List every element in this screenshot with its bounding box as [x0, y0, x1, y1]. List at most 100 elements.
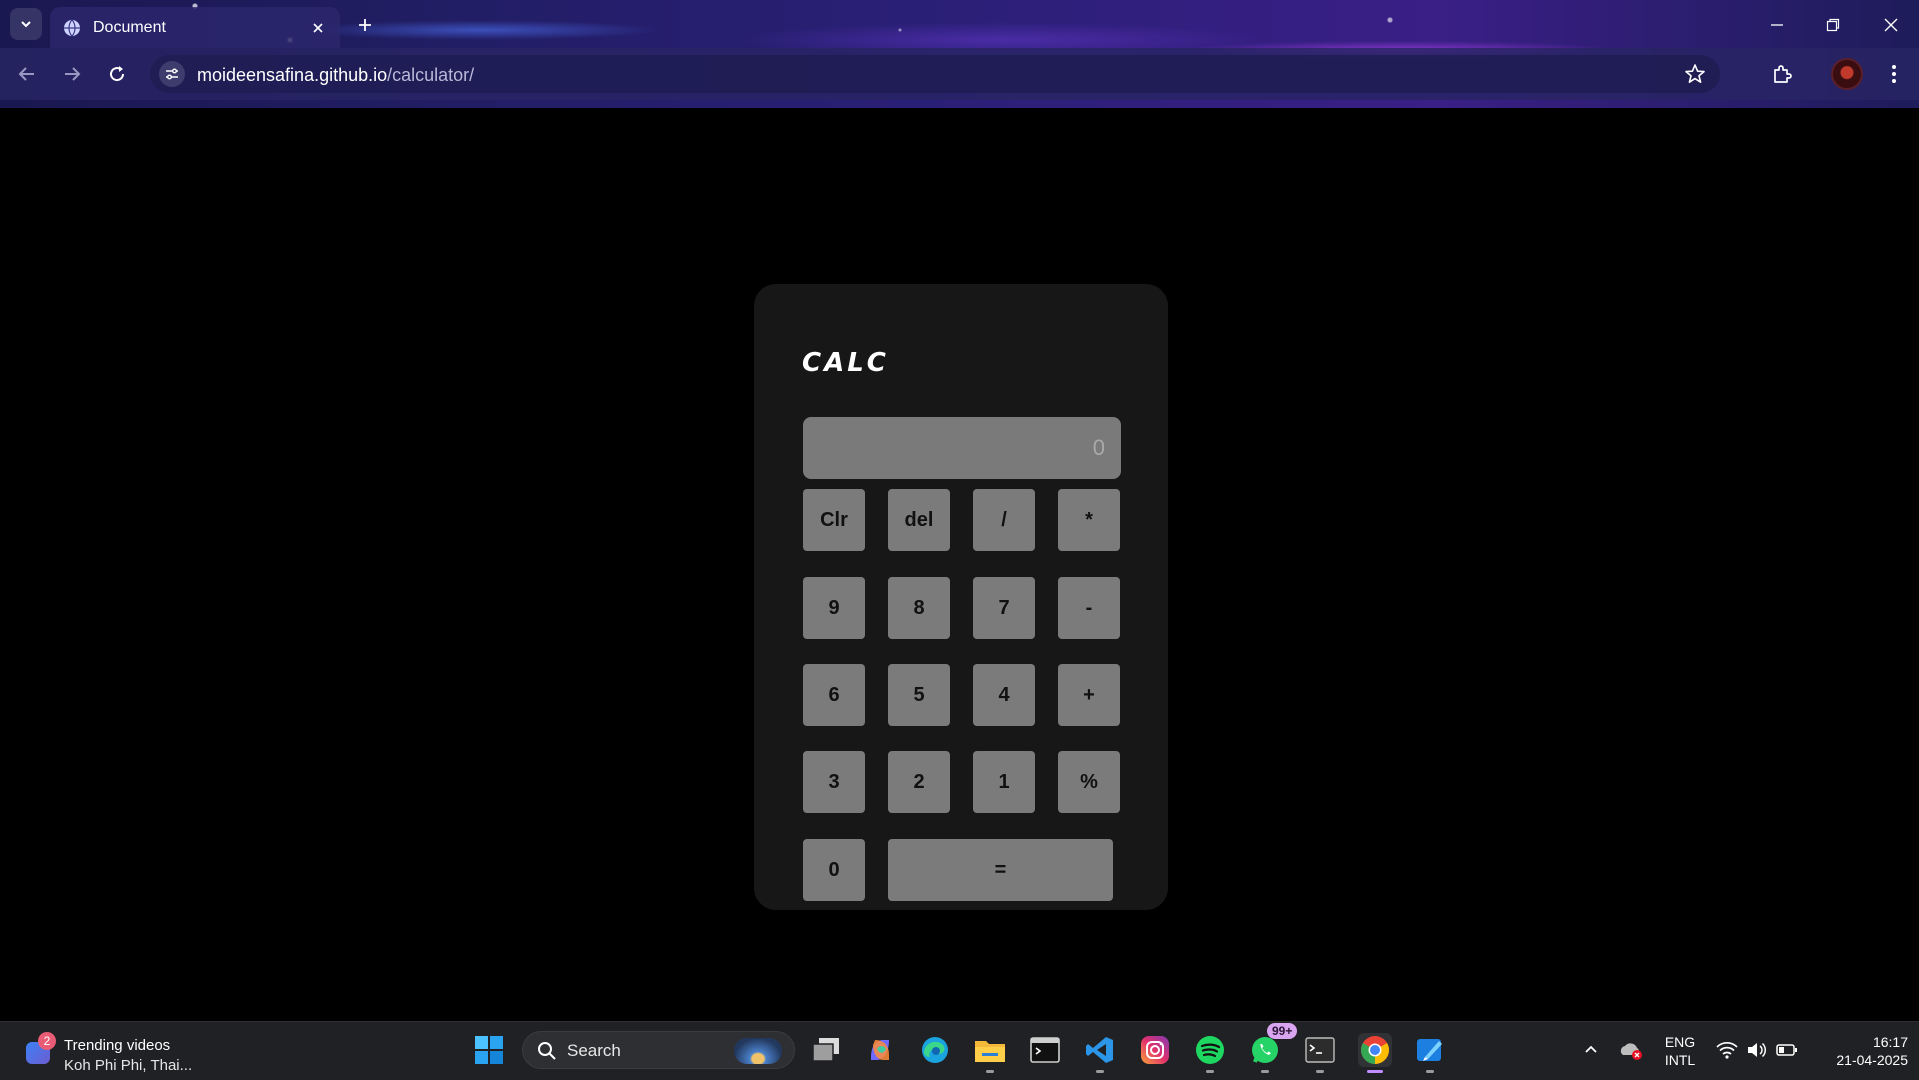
profile-avatar[interactable]: [1831, 58, 1863, 90]
clock-date: 21-04-2025: [1836, 1052, 1908, 1068]
restore-icon: [1826, 18, 1840, 32]
key-2-button[interactable]: 2: [888, 751, 950, 813]
vscode-button[interactable]: [1083, 1033, 1117, 1073]
url-path: /calculator/: [387, 65, 475, 85]
more-vertical-icon: [1892, 65, 1896, 83]
key-5-button[interactable]: 5: [888, 664, 950, 726]
speaker-icon: [1748, 1042, 1767, 1058]
multiply-button[interactable]: *: [1058, 489, 1120, 551]
task-view-button[interactable]: [809, 1033, 843, 1067]
minimize-button[interactable]: [1762, 10, 1792, 40]
running-indicator: [1206, 1070, 1214, 1073]
delete-button[interactable]: del: [888, 489, 950, 551]
address-bar[interactable]: moideensafina.github.io/calculator/: [150, 55, 1720, 93]
reload-icon: [110, 66, 125, 82]
windows-start-icon: [475, 1036, 503, 1064]
search-label: Search: [567, 1041, 621, 1060]
battery-icon: [1776, 1044, 1797, 1056]
url-host: moideensafina.github.io: [197, 65, 388, 85]
folder-icon: [975, 1041, 1005, 1062]
git-bash-button[interactable]: [1303, 1033, 1337, 1073]
key-1-button[interactable]: 1: [973, 751, 1035, 813]
terminal-icon: [1030, 1037, 1060, 1063]
instagram-button[interactable]: [1138, 1033, 1172, 1067]
network-button[interactable]: [1712, 1033, 1742, 1067]
key-6-button[interactable]: 6: [803, 664, 865, 726]
taskbar: 2 Trending videos Koh Phi Phi, Thai... S…: [0, 1021, 1919, 1080]
copilot-icon: [871, 1040, 889, 1060]
page-content: CALC 0 Clr del / * 9 8 7 - 6 5 4 + 3 2 1…: [0, 108, 1919, 1021]
key-7-button[interactable]: 7: [973, 577, 1035, 639]
tab-search-button[interactable]: [10, 8, 42, 40]
file-explorer-button[interactable]: [973, 1033, 1007, 1073]
spotify-button[interactable]: [1193, 1033, 1227, 1073]
widget-subtitle: Koh Phi Phi, Thai...: [64, 1057, 193, 1074]
whatsapp-icon: [1252, 1037, 1278, 1063]
start-button[interactable]: [472, 1033, 506, 1067]
git-bash-icon: [1305, 1037, 1335, 1063]
copilot-button[interactable]: [863, 1033, 897, 1067]
active-indicator: [1367, 1070, 1383, 1073]
volume-button[interactable]: [1742, 1033, 1772, 1067]
browser-menu-button[interactable]: [1880, 60, 1908, 88]
minus-button[interactable]: -: [1058, 577, 1120, 639]
plus-icon: [359, 19, 371, 31]
clock-time: 16:17: [1872, 1034, 1908, 1050]
running-indicator: [986, 1070, 994, 1073]
news-widget[interactable]: 2 Trending videos Koh Phi Phi, Thai...: [24, 1032, 224, 1074]
whatsapp-badge: 99+: [1267, 1023, 1298, 1039]
equals-button[interactable]: =: [888, 839, 1113, 901]
whatsapp-button[interactable]: 99+: [1248, 1023, 1298, 1073]
task-view-icon: [812, 1038, 839, 1062]
language-indicator[interactable]: ENG INTL: [1660, 1033, 1700, 1069]
key-4-button[interactable]: 4: [973, 664, 1035, 726]
paint-button[interactable]: [1413, 1033, 1447, 1073]
back-button[interactable]: [14, 61, 40, 87]
plus-button[interactable]: +: [1058, 664, 1120, 726]
url-text: moideensafina.github.io/calculator/: [197, 65, 474, 86]
vscode-icon: [1086, 1037, 1113, 1063]
clock[interactable]: 16:17 21-04-2025: [1812, 1033, 1908, 1069]
show-hidden-icons-button[interactable]: [1576, 1033, 1606, 1067]
close-tab-icon[interactable]: [308, 18, 328, 38]
puzzle-icon: [1774, 65, 1792, 83]
percent-button[interactable]: %: [1058, 751, 1120, 813]
calculator: CALC 0 Clr del / * 9 8 7 - 6 5 4 + 3 2 1…: [754, 284, 1168, 910]
instagram-icon: [1141, 1036, 1169, 1064]
language-line1: ENG: [1664, 1034, 1696, 1050]
onedrive-button[interactable]: [1616, 1033, 1646, 1067]
running-indicator: [1316, 1070, 1324, 1073]
key-8-button[interactable]: 8: [888, 577, 950, 639]
chrome-icon: [1361, 1036, 1389, 1064]
site-info-icon[interactable]: [159, 61, 185, 87]
restore-button[interactable]: [1818, 10, 1848, 40]
key-0-button[interactable]: 0: [803, 839, 865, 901]
terminal-button[interactable]: [1028, 1033, 1062, 1067]
tab-title: Document: [93, 18, 166, 36]
browser-chrome: Document moideensafina.github.io/calcula…: [0, 0, 1919, 108]
widget-badge: 2: [38, 1032, 56, 1050]
reload-button[interactable]: [104, 61, 130, 87]
tab-document[interactable]: Document: [50, 7, 340, 48]
new-tab-button[interactable]: [352, 12, 378, 38]
battery-button[interactable]: [1772, 1033, 1802, 1067]
calculator-title: CALC: [802, 348, 889, 378]
chevron-up-icon: [1585, 1045, 1597, 1053]
clear-button[interactable]: Clr: [803, 489, 865, 551]
taskbar-search[interactable]: Search: [522, 1031, 795, 1069]
edge-button[interactable]: [918, 1033, 952, 1067]
close-icon: [1884, 18, 1898, 32]
language-line2: INTL: [1664, 1052, 1696, 1068]
running-indicator: [1261, 1070, 1269, 1073]
bookmark-star-icon[interactable]: [1684, 63, 1706, 85]
divide-button[interactable]: /: [973, 489, 1035, 551]
extensions-button[interactable]: [1768, 60, 1796, 88]
close-window-button[interactable]: [1876, 10, 1906, 40]
key-3-button[interactable]: 3: [803, 751, 865, 813]
spotify-icon: [1196, 1036, 1224, 1064]
key-9-button[interactable]: 9: [803, 577, 865, 639]
forward-button[interactable]: [59, 61, 85, 87]
edge-icon: [922, 1037, 948, 1063]
chrome-button[interactable]: [1358, 1033, 1392, 1073]
search-highlight-image: [734, 1038, 782, 1064]
